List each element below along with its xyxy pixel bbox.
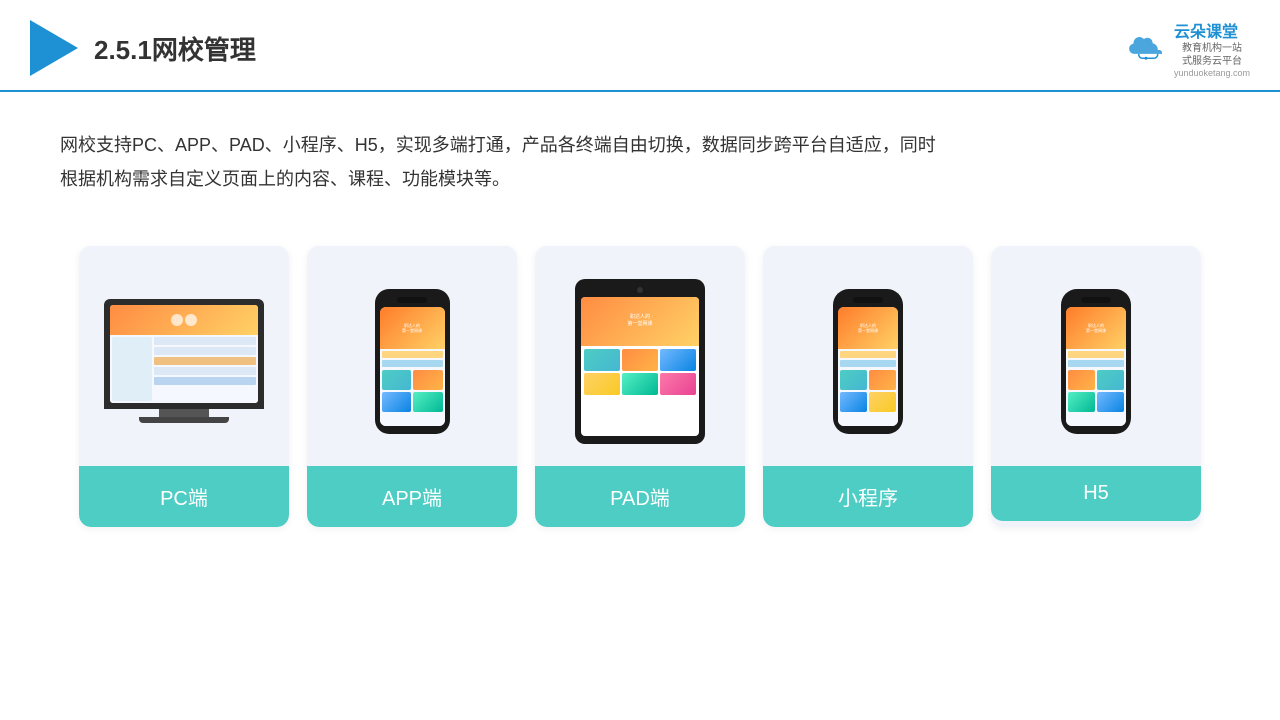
- brand-url: yunduoketang.com: [1174, 68, 1250, 78]
- pc-screen: [110, 305, 258, 403]
- card-h5: 职达人的第一堂网课: [991, 246, 1201, 527]
- tablet-screen: 职达人的第一堂网课: [581, 297, 699, 436]
- card-pad-image: 职达人的第一堂网课: [535, 246, 745, 466]
- card-h5-label: H5: [991, 466, 1201, 521]
- card-pad: 职达人的第一堂网课 PAD端: [535, 246, 745, 527]
- card-miniapp-label: 小程序: [763, 466, 973, 527]
- tablet-camera: [637, 287, 643, 293]
- brand-text: 云朵课堂 教育机构一站 式服务云平台 yunduoketang.com: [1174, 18, 1250, 78]
- miniapp-phone-body: 职达人的第一堂网课: [833, 289, 903, 434]
- miniapp-phone-icon: 职达人的第一堂网课: [833, 289, 903, 434]
- app-phone-icon: 职达人的第一堂网课: [375, 289, 450, 434]
- card-app: 职达人的第一堂网课: [307, 246, 517, 527]
- phone-notch: [397, 297, 427, 303]
- card-pad-label: PAD端: [535, 466, 745, 527]
- miniapp-phone-notch: [853, 297, 883, 303]
- h5-phone-screen: 职达人的第一堂网课: [1066, 307, 1126, 426]
- cards-container: PC端 职达人的第一堂网课: [0, 226, 1280, 557]
- brand-sub: 教育机构一站 式服务云平台: [1174, 42, 1250, 68]
- card-pc-label: PC端: [79, 466, 289, 527]
- card-app-label: APP端: [307, 466, 517, 527]
- h5-phone-icon: 职达人的第一堂网课: [1061, 289, 1131, 434]
- h5-phone-notch: [1081, 297, 1111, 303]
- h5-phone-body: 职达人的第一堂网课: [1061, 289, 1131, 434]
- phone-screen: 职达人的第一堂网课: [380, 307, 445, 426]
- header: 2.5.1网校管理 云朵课堂 教育机构一站 式服务云平台 yunduoketan…: [0, 0, 1280, 92]
- header-left: 2.5.1网校管理: [30, 20, 256, 76]
- card-miniapp-image: 职达人的第一堂网课: [763, 246, 973, 466]
- cloud-icon: [1124, 33, 1168, 63]
- card-h5-image: 职达人的第一堂网课: [991, 246, 1201, 466]
- pc-monitor: [104, 299, 264, 409]
- miniapp-phone-screen: 职达人的第一堂网课: [838, 307, 898, 426]
- tablet-icon: 职达人的第一堂网课: [575, 279, 705, 444]
- description-text: 网校支持PC、APP、PAD、小程序、H5，实现多端打通，产品各终端自由切换，数…: [0, 92, 1000, 216]
- card-miniapp: 职达人的第一堂网课: [763, 246, 973, 527]
- logo-triangle-icon: [30, 20, 78, 76]
- brand-logo: 云朵课堂 教育机构一站 式服务云平台 yunduoketang.com: [1124, 18, 1250, 78]
- pc-device-icon: [104, 299, 264, 423]
- card-app-image: 职达人的第一堂网课: [307, 246, 517, 466]
- header-right: 云朵课堂 教育机构一站 式服务云平台 yunduoketang.com: [1124, 18, 1250, 78]
- brand-name: 云朵课堂: [1174, 18, 1250, 42]
- card-pc: PC端: [79, 246, 289, 527]
- page-title: 2.5.1网校管理: [94, 30, 256, 67]
- card-pc-image: [79, 246, 289, 466]
- phone-body: 职达人的第一堂网课: [375, 289, 450, 434]
